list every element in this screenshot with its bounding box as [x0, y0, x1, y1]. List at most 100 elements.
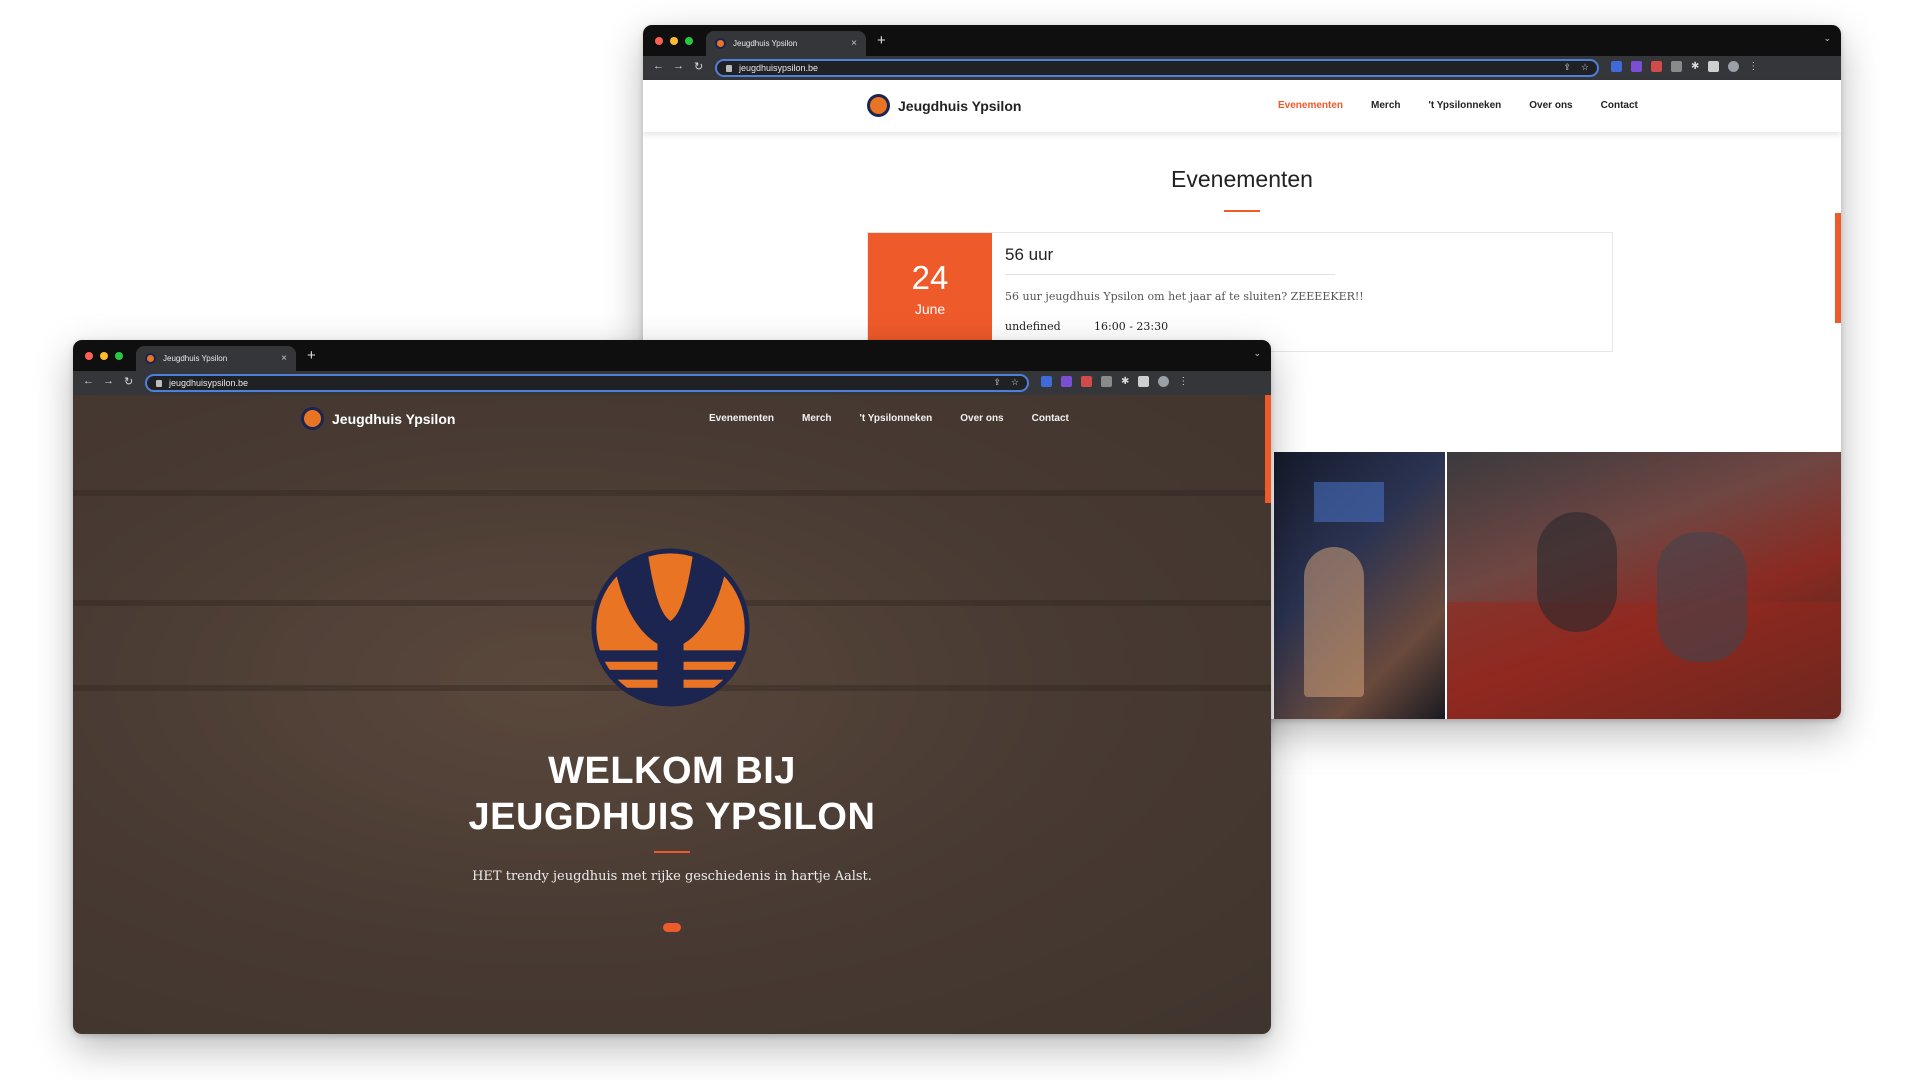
site-header: Jeugdhuis Ypsilon Evenementen Merch 't Y… [73, 395, 1271, 440]
tab-close-icon[interactable]: × [281, 353, 287, 364]
browser-toolbar: ← → ↻ jeugdhuisypsilon.be ⇪ ☆ ✱ ⋮ [643, 56, 1841, 80]
share-icon[interactable]: ⇪ [1563, 62, 1571, 73]
hero-subtitle: HET trendy jeugdhuis met rijke geschiede… [472, 869, 872, 884]
brand-link[interactable]: Jeugdhuis Ypsilon [301, 407, 455, 430]
tab-title: Jeugdhuis Ypsilon [733, 39, 798, 48]
extension-icon[interactable] [1631, 61, 1642, 72]
tab-bar: Jeugdhuis Ypsilon × + ⌄ [643, 25, 1841, 56]
back-icon[interactable]: ← [653, 60, 664, 72]
bookmark-star-icon[interactable]: ☆ [1011, 377, 1019, 388]
new-tab-button[interactable]: + [877, 32, 886, 49]
main-nav: Evenementen Merch 't Ypsilonneken Over o… [1278, 100, 1638, 111]
extensions-area: ✱ ⋮ [1041, 376, 1188, 387]
sidebar-icon[interactable] [1138, 376, 1150, 387]
profile-avatar[interactable] [1728, 61, 1740, 72]
hero-heading-line-2: JEUGDHUIS YPSILON [468, 796, 876, 838]
close-window-button[interactable] [655, 37, 663, 45]
extension-icon[interactable] [1101, 376, 1112, 387]
back-icon[interactable]: ← [83, 375, 94, 387]
nav-item-ypsilonneken[interactable]: 't Ypsilonneken [1428, 100, 1501, 111]
page-title: Evenementen [1171, 166, 1313, 192]
party-photo [1274, 452, 1445, 719]
extension-icon[interactable] [1061, 376, 1072, 387]
nav-item-evenementen[interactable]: Evenementen [1278, 100, 1343, 111]
puzzle-icon[interactable]: ✱ [1691, 61, 1699, 72]
extension-icon[interactable] [1081, 376, 1092, 387]
nav-item-merch[interactable]: Merch [1371, 100, 1400, 111]
reload-icon[interactable]: ↻ [124, 375, 133, 388]
reload-icon[interactable]: ↻ [694, 60, 703, 73]
hero-overlay [73, 395, 1271, 1034]
window-controls [655, 37, 693, 45]
address-bar[interactable]: jeugdhuisypsilon.be ⇪ ☆ [715, 59, 1599, 77]
nav-item-over-ons[interactable]: Over ons [960, 413, 1003, 424]
ypsilon-logo-icon [301, 407, 324, 430]
brand-name: Jeugdhuis Ypsilon [898, 97, 1022, 114]
profile-avatar[interactable] [1158, 376, 1170, 387]
hero-heading: WELKOM BIJ JEUGDHUIS YPSILON [73, 748, 1271, 840]
nav-item-merch[interactable]: Merch [802, 413, 831, 424]
lock-icon [726, 64, 732, 72]
scrollbar-thumb[interactable] [1265, 395, 1271, 503]
new-tab-button[interactable]: + [307, 347, 316, 364]
extensions-area: ✱ ⋮ [1611, 61, 1758, 72]
share-icon[interactable]: ⇪ [993, 377, 1001, 388]
bookmark-star-icon[interactable]: ☆ [1581, 62, 1589, 73]
tab-close-icon[interactable]: × [851, 38, 857, 49]
nav-item-over-ons[interactable]: Over ons [1529, 100, 1572, 111]
puzzle-icon[interactable]: ✱ [1121, 376, 1129, 387]
event-divider [1005, 274, 1335, 275]
sidebar-icon[interactable] [1708, 61, 1720, 72]
url-text: jeugdhuisypsilon.be [169, 378, 249, 388]
url-text: jeugdhuisypsilon.be [739, 63, 819, 73]
main-nav: Evenementen Merch 't Ypsilonneken Over o… [709, 413, 1069, 424]
extension-icon[interactable] [1651, 61, 1662, 72]
maximize-window-button[interactable] [685, 37, 693, 45]
tab-search-icon[interactable]: ⌄ [1253, 348, 1261, 359]
browser-toolbar: ← → ↻ jeugdhuisypsilon.be ⇪ ☆ ✱ ⋮ [73, 371, 1271, 395]
event-time: 16:00 - 23:30 [1094, 320, 1169, 333]
tab-search-icon[interactable]: ⌄ [1823, 33, 1831, 44]
brand-link[interactable]: Jeugdhuis Ypsilon [867, 94, 1021, 117]
hero-divider [654, 851, 690, 853]
forward-icon[interactable]: → [673, 60, 684, 72]
browser-window-home: Jeugdhuis Ypsilon × + ⌄ ← → ↻ jeugdhuisy… [73, 340, 1271, 1034]
minimize-window-button[interactable] [670, 37, 678, 45]
extension-icon[interactable] [1041, 376, 1052, 387]
party-photo [1447, 452, 1841, 719]
address-bar[interactable]: jeugdhuisypsilon.be ⇪ ☆ [145, 374, 1029, 392]
event-month: June [914, 301, 946, 317]
scroll-down-indicator[interactable] [663, 923, 681, 932]
event-title: 56 uur [1005, 245, 1054, 264]
minimize-window-button[interactable] [100, 352, 108, 360]
hero-heading-line-1: WELKOM BIJ [548, 750, 796, 792]
nav-item-contact[interactable]: Contact [1032, 413, 1069, 424]
ypsilon-favicon-icon [145, 353, 156, 364]
event-date-box: 24 June [868, 233, 992, 353]
extension-icon[interactable] [1671, 61, 1682, 72]
nav-item-ypsilonneken[interactable]: 't Ypsilonneken [859, 413, 932, 424]
scrollbar-thumb[interactable] [1835, 213, 1841, 323]
ypsilon-logo-icon [867, 94, 890, 117]
browser-tab[interactable]: Jeugdhuis Ypsilon × [136, 346, 296, 371]
kebab-menu-icon[interactable]: ⋮ [1178, 376, 1188, 387]
nav-item-contact[interactable]: Contact [1601, 100, 1638, 111]
maximize-window-button[interactable] [115, 352, 123, 360]
close-window-button[interactable] [85, 352, 93, 360]
forward-icon[interactable]: → [103, 375, 114, 387]
window-controls [85, 352, 123, 360]
event-card[interactable]: 24 June 56 uur 56 uur jeugdhuis Ypsilon … [867, 232, 1613, 353]
kebab-menu-icon[interactable]: ⋮ [1748, 61, 1758, 72]
event-location: undefined [1005, 320, 1061, 333]
browser-tab[interactable]: Jeugdhuis Ypsilon × [706, 31, 866, 56]
tab-title: Jeugdhuis Ypsilon [163, 354, 228, 363]
tab-bar: Jeugdhuis Ypsilon × + ⌄ [73, 340, 1271, 371]
extension-icon[interactable] [1611, 61, 1622, 72]
lock-icon [156, 379, 162, 387]
ypsilon-favicon-icon [715, 38, 726, 49]
site-header: Jeugdhuis Ypsilon Evenementen Merch 't Y… [643, 80, 1841, 132]
nav-item-evenementen[interactable]: Evenementen [709, 413, 774, 424]
event-description: 56 uur jeugdhuis Ypsilon om het jaar af … [1005, 290, 1364, 303]
brand-name: Jeugdhuis Ypsilon [332, 410, 456, 427]
ypsilon-logo-icon [591, 548, 750, 707]
